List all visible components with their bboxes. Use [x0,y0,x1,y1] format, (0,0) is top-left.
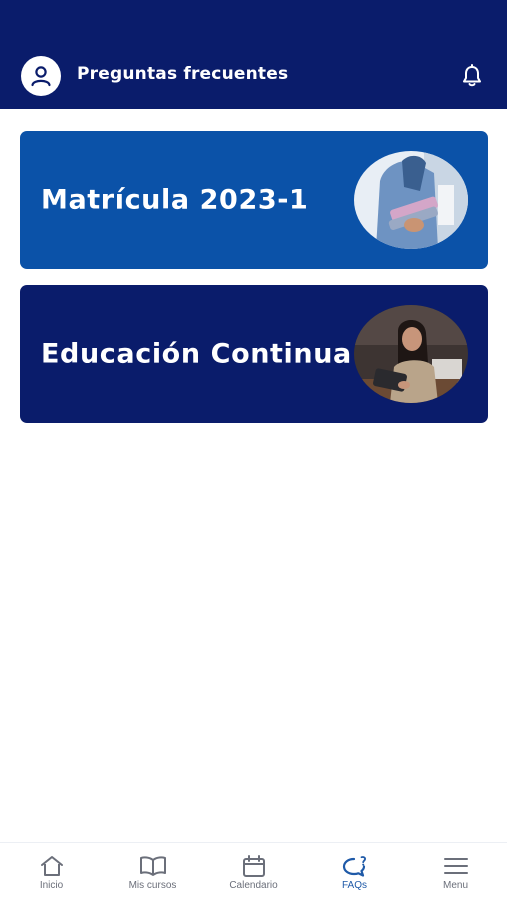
tab-label: Mis cursos [128,880,177,891]
tab-label: Inicio [39,880,64,891]
bell-icon [463,64,481,87]
card-title: Educación Continua [41,338,352,370]
tab-calendario[interactable]: Calendario [203,843,304,900]
calendar-icon [242,855,265,877]
woman-with-tablet-photo [354,305,468,403]
tab-label: Menu [442,880,468,891]
student-holding-books-photo [354,151,468,249]
tab-label: Calendario [229,880,278,891]
faq-chat-icon [342,856,366,877]
user-icon [31,66,51,87]
card-title: Matrícula 2023-1 [41,184,309,216]
home-icon [40,856,63,876]
tab-menu[interactable]: Menu [405,843,506,900]
tab-label: FAQs [341,880,367,891]
notifications-button[interactable] [461,64,483,88]
faq-card-matricula[interactable]: Matrícula 2023-1 [20,131,488,269]
page-title: Preguntas frecuentes [77,64,289,84]
bottom-tab-bar: Inicio Mis cursos Calendario FAQs Menu [0,842,507,900]
hamburger-icon [443,858,468,874]
tab-faqs[interactable]: FAQs [304,843,405,900]
app-header: Preguntas frecuentes [0,0,507,109]
tab-mis-cursos[interactable]: Mis cursos [102,843,203,900]
profile-avatar[interactable] [21,56,61,96]
book-icon [139,856,166,876]
faq-card-educacion-continua[interactable]: Educación Continua [20,285,488,423]
tab-inicio[interactable]: Inicio [1,843,102,900]
